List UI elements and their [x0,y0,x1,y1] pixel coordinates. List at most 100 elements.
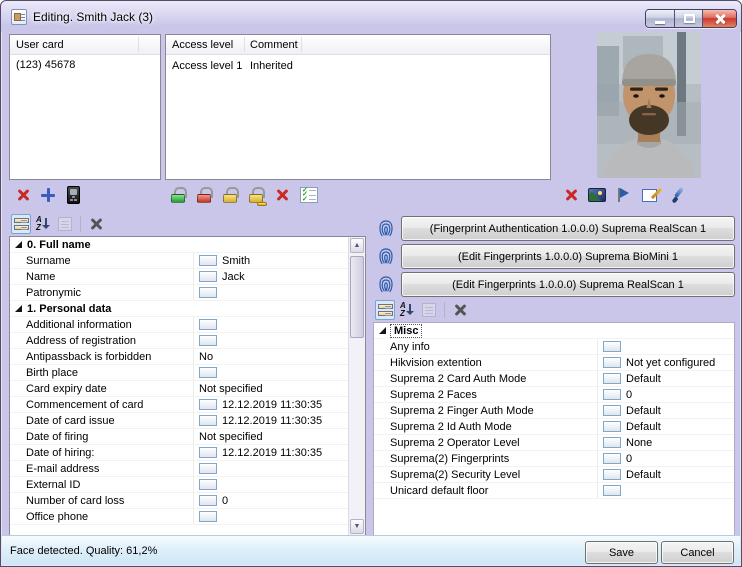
scroll-down-button[interactable] [350,519,364,534]
title-bar[interactable]: Editing. Smith Jack (3) [1,1,741,32]
categorized-view-button[interactable] [375,300,395,320]
category-row[interactable]: 1. Personal data [10,301,348,317]
category-row[interactable]: 0. Full name [10,237,348,253]
property-row[interactable]: Suprema 2 Id Auth ModeDefault [374,419,734,435]
value-checkbox[interactable] [603,485,621,496]
property-row[interactable]: Date of firingNot specified [10,429,348,445]
user-card-item[interactable]: (123) 45678 [10,55,160,75]
access-table-row[interactable]: Access level 1Inherited [166,55,550,76]
sort-alphabetical-button[interactable] [397,300,417,320]
delete-icon [274,187,290,203]
user-card-column-header[interactable]: User card [10,35,160,55]
value-checkbox[interactable] [603,421,621,432]
property-row[interactable]: SurnameSmith [10,253,348,269]
delete-photo-button[interactable] [559,183,583,207]
device-button[interactable]: (Fingerprint Authentication 1.0.0.0) Sup… [401,216,735,241]
value-checkbox[interactable] [199,287,217,298]
value-checkbox[interactable] [199,271,217,282]
property-row[interactable]: Commencement of card12.12.2019 11:30:35 [10,397,348,413]
scroll-up-button[interactable] [350,238,364,253]
value-checkbox[interactable] [603,469,621,480]
value-checkbox[interactable] [199,367,217,378]
property-row[interactable]: Date of card issue12.12.2019 11:30:35 [10,413,348,429]
property-row[interactable]: Any info [374,339,734,355]
red-lock-button[interactable] [192,183,216,207]
value-checkbox[interactable] [199,335,217,346]
categorized-view-button[interactable] [11,214,31,234]
value-checkbox[interactable] [199,447,217,458]
scrollbar-thumb[interactable] [350,256,364,338]
property-row[interactable]: Hikvision extentionNot yet configured [374,355,734,371]
device-button[interactable]: (Edit Fingerprints 1.0.0.0) Suprema Real… [401,272,735,297]
property-row[interactable]: Number of card loss0 [10,493,348,509]
crop-photo-button[interactable] [637,183,661,207]
category-row[interactable]: Misc [374,323,734,339]
maximize-icon [684,14,695,23]
card-reader-icon [67,186,80,204]
value-checkbox[interactable] [199,479,217,490]
value-checkbox[interactable] [199,255,217,266]
property-row[interactable]: E-mail address [10,461,348,477]
sort-alphabetical-button[interactable] [33,214,53,234]
value-checkbox[interactable] [603,357,621,368]
property-row[interactable]: Suprema(2) Security LevelDefault [374,467,734,483]
value-checkbox[interactable] [603,453,621,464]
property-row[interactable]: Suprema 2 Card Auth ModeDefault [374,371,734,387]
property-row[interactable]: Card expiry dateNot specified [10,381,348,397]
access-list-button[interactable] [297,183,321,207]
load-photo-button[interactable] [585,183,609,207]
value-checkbox[interactable] [199,495,217,506]
property-row[interactable]: Antipassback is forbiddenNo [10,349,348,365]
delete-access-button[interactable] [270,183,294,207]
collapse-triangle-icon [15,305,22,312]
value-checkbox[interactable] [199,399,217,410]
clear-property-button[interactable] [86,214,106,234]
read-card-from-reader-button[interactable] [61,183,85,207]
capture-photo-button[interactable] [611,183,635,207]
value-checkbox[interactable] [199,415,217,426]
value-checkbox[interactable] [603,405,621,416]
minimize-button[interactable] [646,10,675,27]
property-value-text: 0 [626,389,632,401]
property-row[interactable]: Office phone [10,509,348,525]
value-checkbox[interactable] [199,511,217,522]
add-card-button[interactable] [36,183,60,207]
property-row[interactable]: External ID [10,477,348,493]
value-checkbox[interactable] [603,437,621,448]
maximize-button[interactable] [675,10,703,27]
cancel-button[interactable]: Cancel [661,541,734,564]
device-button[interactable]: (Edit Fingerprints 1.0.0.0) Suprema BioM… [401,244,735,269]
clear-icon [88,216,104,232]
access-table-header[interactable]: Access level Comment [166,35,550,55]
close-button[interactable] [703,10,736,27]
property-row[interactable]: Suprema 2 Operator LevelNone [374,435,734,451]
value-checkbox[interactable] [603,341,621,352]
yellow-lock-button[interactable] [218,183,242,207]
window-icon [11,9,27,25]
value-checkbox[interactable] [603,373,621,384]
delete-card-button[interactable] [11,183,35,207]
property-value-text: Smith [222,255,250,267]
property-row[interactable]: Date of hiring:12.12.2019 11:30:35 [10,445,348,461]
value-checkbox[interactable] [199,463,217,474]
property-row[interactable]: Suprema(2) Fingerprints0 [374,451,734,467]
save-button[interactable]: Save [585,541,658,564]
property-row[interactable]: Suprema 2 Faces0 [374,387,734,403]
property-row[interactable]: Address of registration [10,333,348,349]
yellow-lock-key-button[interactable] [244,183,268,207]
draw-photo-button[interactable] [665,183,689,207]
property-row[interactable]: Patronymic [10,285,348,301]
value-checkbox[interactable] [199,319,217,330]
delete-icon [563,187,579,203]
property-row[interactable]: Unicard default floor [374,483,734,499]
category-label: 0. Full name [27,239,91,251]
property-row[interactable]: Suprema 2 Finger Auth ModeDefault [374,403,734,419]
device-row: (Edit Fingerprints 1.0.0.0) Suprema Real… [373,272,735,297]
property-row[interactable]: Birth place [10,365,348,381]
value-checkbox[interactable] [603,389,621,400]
property-row[interactable]: Additional information [10,317,348,333]
green-lock-button[interactable] [166,183,190,207]
vertical-scrollbar[interactable] [348,237,365,535]
property-row[interactable]: NameJack [10,269,348,285]
clear-property-button[interactable] [450,300,470,320]
